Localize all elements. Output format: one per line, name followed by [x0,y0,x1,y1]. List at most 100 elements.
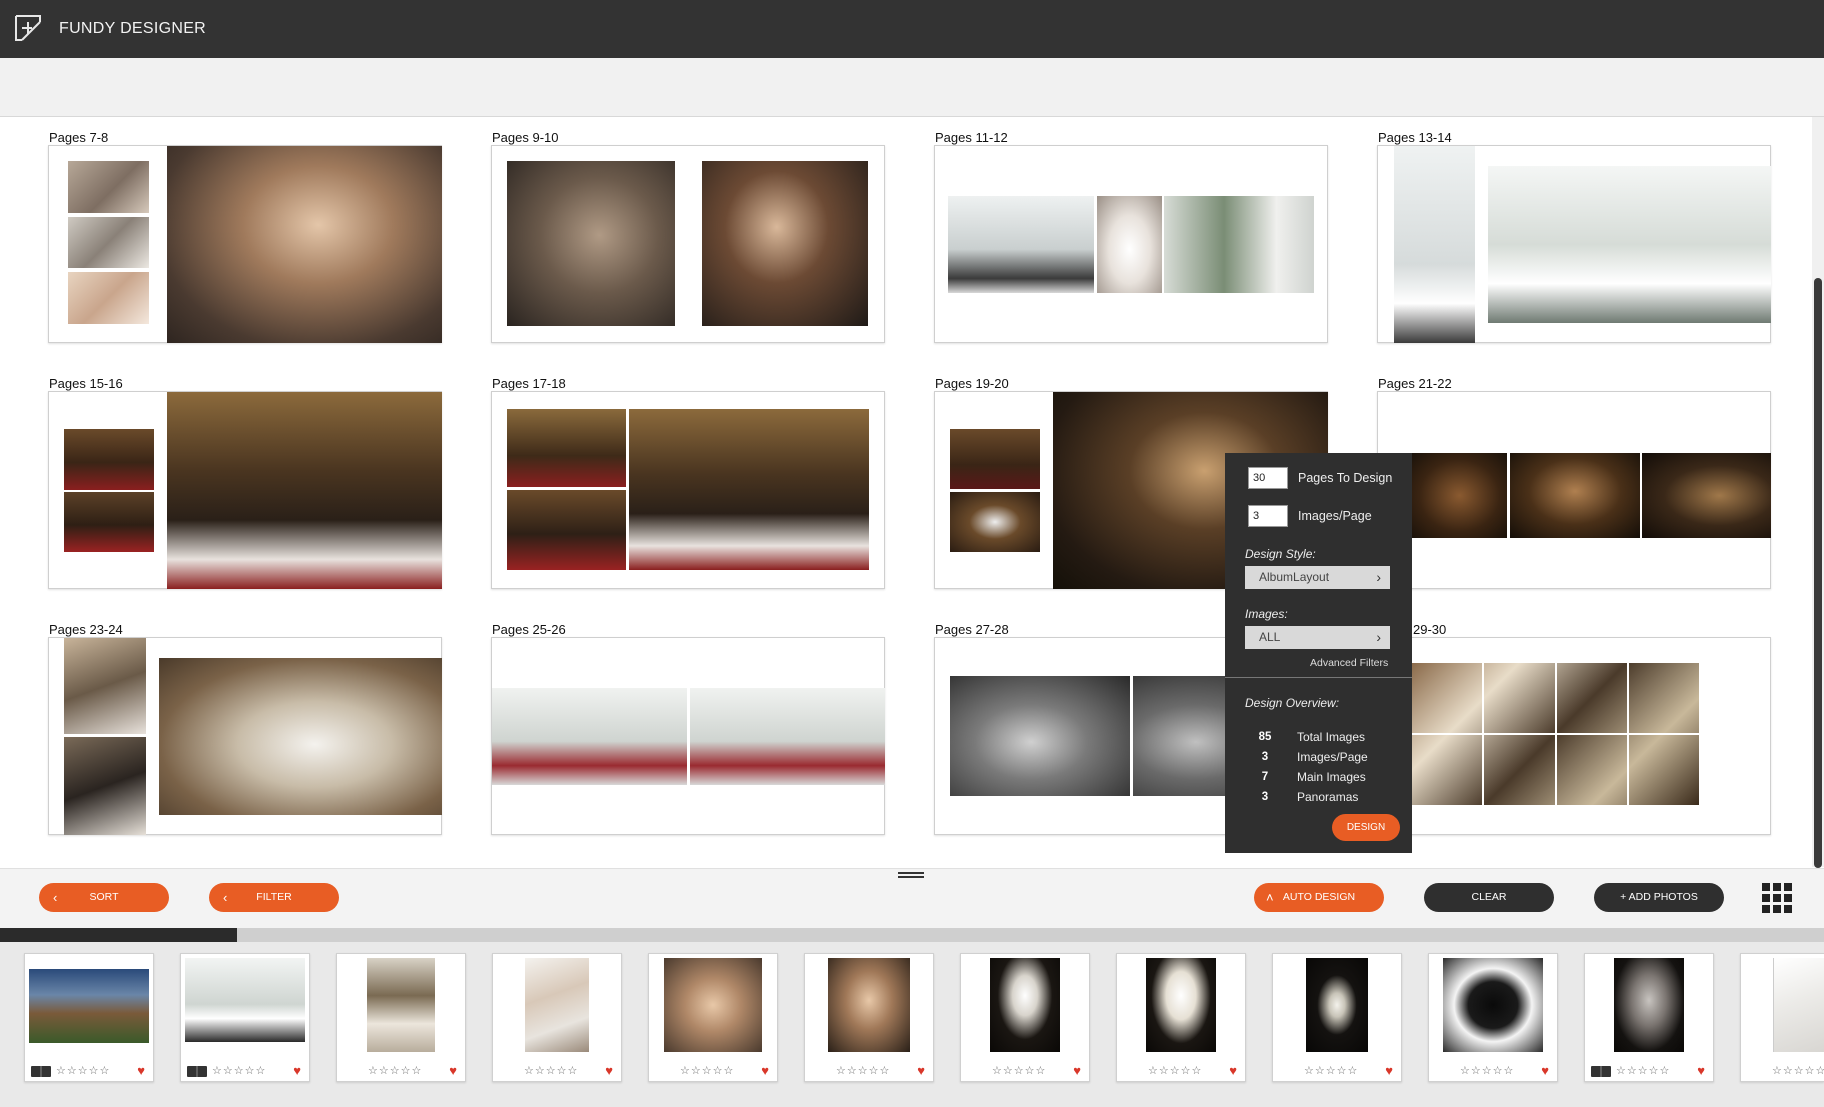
heart-icon[interactable]: ♥ [761,1063,769,1078]
photo-thumbnail[interactable] [1394,146,1475,343]
design-button[interactable]: DESIGN [1332,814,1400,841]
photo-thumbnail[interactable] [68,272,149,324]
photo-thumbnail[interactable] [1412,453,1507,538]
photo-thumbnail[interactable] [948,196,1094,293]
main-photo[interactable] [159,658,442,815]
filmstrip-photo[interactable]: ☆☆☆☆☆ ♥ [1428,953,1558,1082]
photo-thumbnail[interactable] [64,638,146,734]
photo-thumbnail[interactable] [507,161,675,326]
heart-icon[interactable]: ♥ [605,1063,613,1078]
photo-thumbnail[interactable] [1412,663,1699,805]
photo-image [990,958,1060,1052]
star-rating[interactable]: ☆☆☆☆☆ [1772,1064,1824,1077]
grid-view-icon[interactable] [1762,883,1792,913]
fundy-logo-icon[interactable] [12,12,44,44]
star-rating[interactable]: ☆☆☆☆☆ [56,1064,110,1077]
spread-pages-15-16[interactable] [48,391,442,589]
clear-button[interactable]: CLEAR [1424,883,1554,912]
auto-design-button[interactable]: ˄ AUTO DESIGN [1254,883,1384,912]
chevron-up-icon: ˄ [1266,890,1274,905]
heart-icon[interactable]: ♥ [1073,1063,1081,1078]
overview-panoramas-label: Panoramas [1297,790,1359,804]
spread-pages-17-18[interactable] [491,391,885,589]
filmstrip-photo[interactable]: ☆☆☆☆☆ ♥ [180,953,310,1082]
heart-icon[interactable]: ♥ [1385,1063,1393,1078]
spread-pages-21-22[interactable] [1377,391,1771,589]
heart-icon[interactable]: ♥ [1541,1063,1549,1078]
photo-thumbnail[interactable] [68,217,149,268]
images-per-page-input[interactable]: 3 [1248,505,1288,527]
chevron-left-icon: ‹ [223,890,228,905]
photo-image [525,958,589,1052]
star-rating[interactable]: ☆☆☆☆☆ [1616,1064,1670,1077]
photo-thumbnail[interactable] [1097,196,1162,293]
star-rating[interactable]: ☆☆☆☆☆ [992,1064,1046,1077]
sub-toolbar [0,58,1824,117]
photo-thumbnail[interactable] [507,490,626,570]
sort-button[interactable]: ‹ SORT [39,883,169,912]
heart-icon[interactable]: ♥ [137,1063,145,1078]
star-rating[interactable]: ☆☆☆☆☆ [212,1064,266,1077]
filmstrip-photo[interactable]: ☆☆☆☆☆ ♥ [1116,953,1246,1082]
photo-thumbnail[interactable] [950,492,1040,552]
photo-thumbnail[interactable] [64,737,146,835]
filmstrip-scrollbar-thumb[interactable] [0,928,237,942]
filmstrip-photo[interactable]: ☆☆☆☆☆ [1740,953,1824,1082]
photo-image [828,958,910,1052]
star-rating[interactable]: ☆☆☆☆☆ [836,1064,890,1077]
advanced-filters-link[interactable]: Advanced Filters [1310,657,1388,669]
spread-pages-7-8[interactable] [48,145,442,343]
photo-thumbnail[interactable] [950,429,1040,489]
filmstrip-photo[interactable]: ☆☆☆☆☆ ♥ [804,953,934,1082]
spread-pages-13-14[interactable] [1377,145,1771,343]
photo-thumbnail[interactable] [1164,196,1314,293]
star-rating[interactable]: ☆☆☆☆☆ [1304,1064,1358,1077]
main-photo[interactable] [167,392,442,589]
main-photo[interactable] [629,409,869,570]
photo-meta: ☆☆☆☆☆ ♥ [649,1063,777,1080]
filmstrip-photo[interactable]: ☆☆☆☆☆ ♥ [24,953,154,1082]
photo-thumbnail[interactable] [64,429,154,490]
heart-icon[interactable]: ♥ [1697,1063,1705,1078]
filter-button[interactable]: ‹ FILTER [209,883,339,912]
star-rating[interactable]: ☆☆☆☆☆ [1460,1064,1514,1077]
photo-thumbnail[interactable] [492,688,687,785]
spread-pages-23-24[interactable] [48,637,442,835]
star-rating[interactable]: ☆☆☆☆☆ [1148,1064,1202,1077]
photo-thumbnail[interactable] [507,409,626,487]
spread-pages-11-12[interactable] [934,145,1328,343]
filmstrip-photo[interactable]: ☆☆☆☆☆ ♥ [492,953,622,1082]
filmstrip-photo[interactable]: ☆☆☆☆☆ ♥ [648,953,778,1082]
main-photo[interactable] [167,146,442,343]
heart-icon[interactable]: ♥ [449,1063,457,1078]
filmstrip-photo[interactable]: ☆☆☆☆☆ ♥ [1272,953,1402,1082]
add-photos-button[interactable]: + ADD PHOTOS [1594,883,1724,912]
photo-thumbnail[interactable] [64,492,154,552]
design-style-select[interactable]: AlbumLayout › [1245,566,1390,589]
heart-icon[interactable]: ♥ [293,1063,301,1078]
heart-icon[interactable]: ♥ [917,1063,925,1078]
filmstrip-photo[interactable]: ☆☆☆☆☆ ♥ [960,953,1090,1082]
photo-thumbnail[interactable] [690,688,885,785]
photo-thumbnail[interactable] [950,676,1130,796]
resize-grip-icon[interactable] [898,871,924,879]
star-rating[interactable]: ☆☆☆☆☆ [368,1064,422,1077]
filmstrip-photo[interactable]: ☆☆☆☆☆ ♥ [336,953,466,1082]
star-rating[interactable]: ☆☆☆☆☆ [524,1064,578,1077]
photo-thumbnail[interactable] [68,161,149,213]
spread-pages-9-10[interactable] [491,145,885,343]
photo-thumbnail[interactable] [1642,453,1771,538]
star-rating[interactable]: ☆☆☆☆☆ [680,1064,734,1077]
filmstrip-scrollbar-track[interactable] [0,928,1824,942]
main-photo[interactable] [1488,166,1771,323]
photo-thumbnail[interactable] [1510,453,1640,538]
images-select[interactable]: ALL › [1245,626,1390,649]
spread-pages-29-30[interactable] [1377,637,1771,835]
photo-thumbnail[interactable] [702,161,868,326]
heart-icon[interactable]: ♥ [1229,1063,1237,1078]
pages-to-design-input[interactable]: 30 [1248,467,1288,489]
spread-pages-25-26[interactable] [491,637,885,835]
filmstrip-photo[interactable]: ☆☆☆☆☆ ♥ [1584,953,1714,1082]
photo-meta: ☆☆☆☆☆ ♥ [805,1063,933,1080]
vertical-scrollbar-thumb[interactable] [1814,278,1822,868]
